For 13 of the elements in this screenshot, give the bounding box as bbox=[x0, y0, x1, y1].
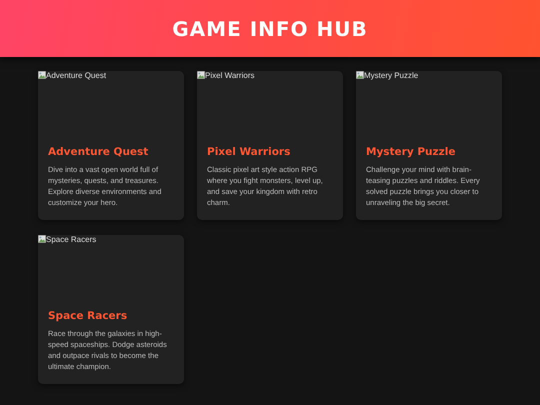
card-title: Space Racers bbox=[48, 310, 128, 322]
broken-image-icon bbox=[197, 71, 205, 79]
card-title: Mystery Puzzle bbox=[366, 146, 456, 158]
broken-image-icon bbox=[38, 235, 46, 243]
image-alt-text: Pixel Warriors bbox=[205, 71, 254, 80]
card-title: Pixel Warriors bbox=[207, 146, 292, 158]
card-title: Adventure Quest bbox=[48, 146, 150, 158]
image-alt-text: Mystery Puzzle bbox=[364, 71, 418, 80]
broken-image-icon bbox=[356, 71, 364, 79]
image-alt-text: Space Racers bbox=[46, 235, 96, 244]
broken-image-icon bbox=[38, 71, 46, 79]
image-alt-text: Adventure Quest bbox=[46, 71, 106, 80]
page-title: GAME INFO HUB bbox=[172, 16, 368, 40]
